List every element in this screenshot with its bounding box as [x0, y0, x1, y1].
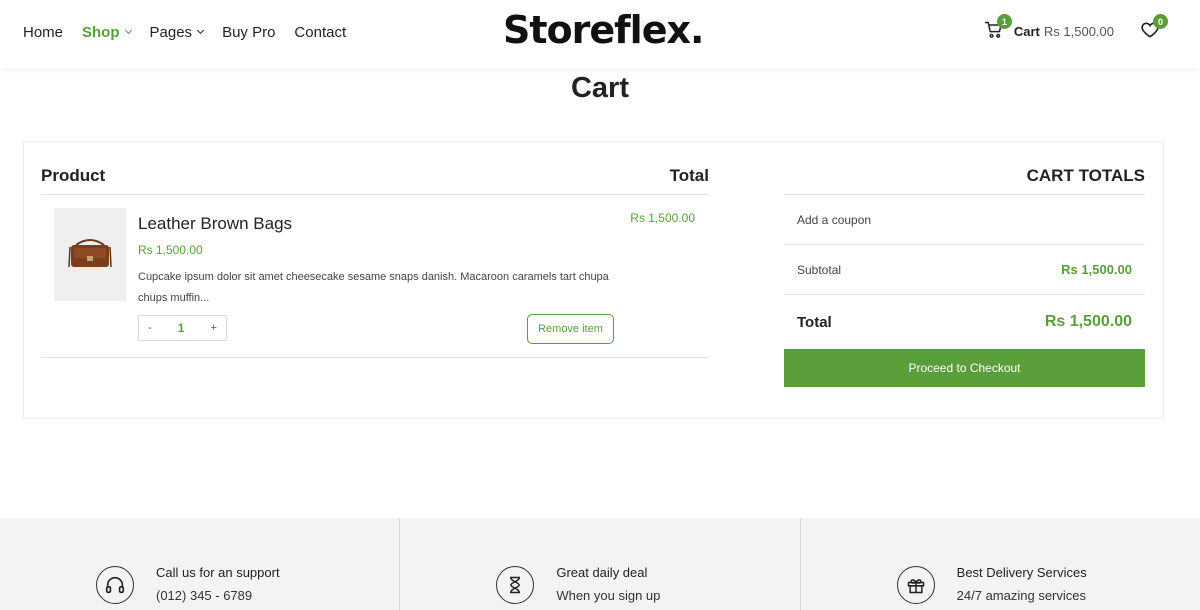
nav-contact-label: Contact — [294, 24, 347, 41]
cart-totals-heading: CART TOTALS — [784, 166, 1145, 195]
cart-container: Product Total Leather Brown Bags Rs 1,50… — [23, 141, 1164, 419]
cart-item-row: Leather Brown Bags Rs 1,500.00 Cupcake i… — [41, 195, 709, 358]
heart-icon — [1140, 22, 1160, 44]
product-price: Rs 1,500.00 — [138, 243, 203, 257]
feature-title: Best Delivery Services — [956, 565, 1087, 580]
nav-shop[interactable]: Shop — [82, 24, 132, 41]
feature-daily-deal: Great daily deal When you sign up — [400, 518, 801, 610]
cart-label: Cart — [1013, 23, 1040, 39]
cart-count-badge: 1 — [996, 14, 1012, 29]
nav-pages-label: Pages — [149, 24, 193, 41]
headphones-icon — [96, 566, 134, 604]
nav-contact[interactable]: Contact — [294, 24, 346, 41]
proceed-to-checkout-button[interactable]: Proceed to Checkout — [784, 349, 1145, 387]
subtotal-value: Rs 1,500.00 — [1061, 262, 1132, 277]
cart-table-header: Product Total — [41, 166, 709, 195]
features-bar: Call us for an support (012) 345 - 6789 … — [0, 518, 1200, 610]
product-thumbnail[interactable] — [54, 208, 126, 301]
nav-home[interactable]: Home — [23, 24, 63, 41]
chevron-down-icon — [124, 26, 132, 35]
site-logo[interactable]: Storeflex. — [503, 8, 704, 52]
site-header: Home Shop Pages Buy Pro Contact Storefle… — [0, 0, 1200, 68]
shopping-cart-icon: 1 — [984, 14, 1012, 42]
main-nav: Home Shop Pages Buy Pro Contact — [23, 24, 365, 41]
product-name-link[interactable]: Leather Brown Bags — [138, 214, 292, 234]
item-total: Rs 1,500.00 — [630, 211, 695, 225]
feature-subtitle: (012) 345 - 6789 — [156, 588, 253, 603]
total-label: Total — [797, 313, 832, 331]
wishlist-count-badge: 0 — [1153, 14, 1168, 29]
total-row: Total Rs 1,500.00 — [784, 295, 1145, 349]
cart-items-table: Product Total Leather Brown Bags Rs 1,50… — [41, 166, 709, 358]
subtotal-label: Subtotal — [797, 262, 842, 277]
coupon-row[interactable]: Add a coupon — [784, 195, 1145, 245]
feature-title: Call us for an support — [156, 565, 280, 580]
quantity-increase-button[interactable]: + — [211, 322, 217, 334]
wishlist-button[interactable]: 0 — [1140, 14, 1168, 44]
nav-buy-pro-label: Buy Pro — [222, 24, 276, 41]
subtotal-row: Subtotal Rs 1,500.00 — [784, 245, 1145, 295]
feature-delivery: Best Delivery Services 24/7 amazing serv… — [801, 518, 1200, 610]
remove-item-button[interactable]: Remove item — [527, 314, 614, 344]
total-value: Rs 1,500.00 — [1044, 313, 1132, 330]
header-cart-link[interactable]: 1 Cart Rs 1,500.00 — [984, 14, 1114, 42]
feature-support: Call us for an support (012) 345 - 6789 — [0, 518, 401, 610]
gift-icon — [896, 566, 935, 604]
quantity-stepper: - 1 + — [138, 315, 227, 341]
nav-shop-label: Shop — [82, 24, 120, 41]
feature-subtitle: When you sign up — [556, 588, 661, 603]
total-column-header: Total — [669, 166, 709, 185]
feature-subtitle: 24/7 amazing services — [956, 588, 1086, 603]
quantity-decrease-button[interactable]: - — [148, 322, 152, 334]
nav-buy-pro[interactable]: Buy Pro — [222, 24, 275, 41]
nav-pages[interactable]: Pages — [149, 24, 205, 41]
product-description: Cupcake ipsum dolor sit amet cheesecake … — [138, 271, 609, 304]
chevron-down-icon — [197, 26, 205, 35]
hourglass-icon — [496, 566, 535, 604]
page-title: Cart — [570, 72, 629, 104]
add-coupon-link[interactable]: Add a coupon — [797, 213, 871, 227]
cart-totals-panel: CART TOTALS Add a coupon Subtotal Rs 1,5… — [784, 166, 1145, 387]
product-column-header: Product — [41, 166, 106, 185]
header-actions: 1 Cart Rs 1,500.00 0 — [984, 14, 1170, 44]
feature-title: Great daily deal — [556, 565, 648, 580]
quantity-value[interactable]: 1 — [178, 321, 185, 335]
nav-home-label: Home — [23, 24, 64, 41]
cart-amount: Rs 1,500.00 — [1043, 23, 1114, 39]
